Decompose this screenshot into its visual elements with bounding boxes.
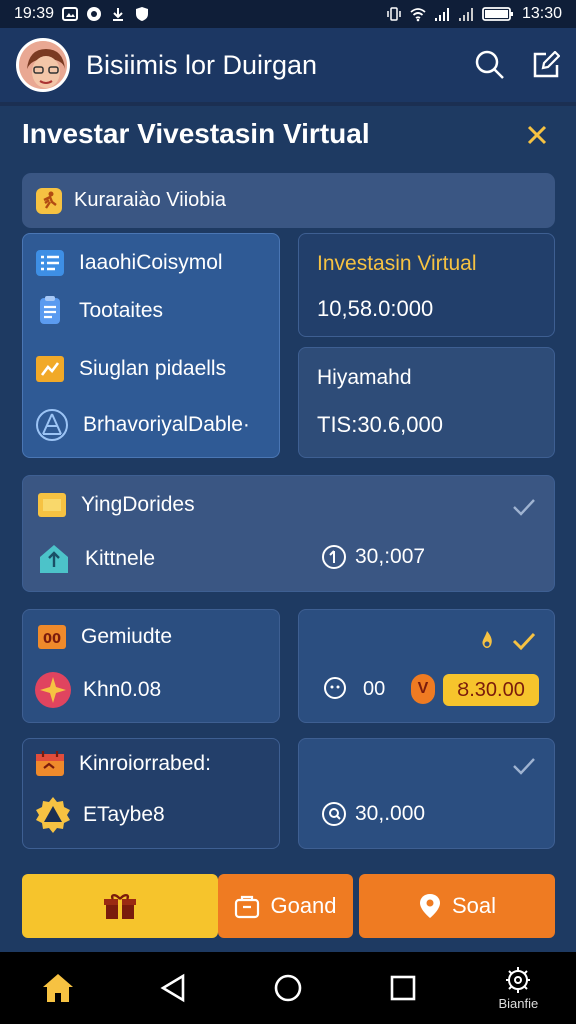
nav-back[interactable] <box>133 973 213 1003</box>
menu-item-label: IaaohiCoisymol <box>79 251 223 274</box>
yingdorides-amount: 30,:007 <box>355 545 426 568</box>
status-time: 19:39 <box>14 5 55 22</box>
avatar[interactable] <box>16 38 70 92</box>
gift-icon <box>104 894 136 919</box>
nav-home[interactable] <box>18 972 98 1004</box>
yingdorides-card[interactable]: YingDorides Kittnele 30,:007 <box>22 475 555 592</box>
check-icon <box>512 632 536 651</box>
search-icon[interactable] <box>474 49 506 81</box>
check-icon <box>513 499 535 516</box>
nav-home-circle[interactable] <box>248 973 328 1003</box>
location-icon <box>419 894 440 918</box>
nav-bar: Bianfie <box>0 952 576 1024</box>
settings-label: Bianfie <box>498 995 539 1011</box>
gemiudte-value: Khn0.08 <box>83 678 162 701</box>
subtitle-text: Kuraraiào Viiobia <box>74 189 226 211</box>
download-icon <box>113 8 124 21</box>
nav-settings[interactable]: Bianfie <box>478 966 558 1011</box>
document-icon <box>40 296 60 324</box>
goand-button[interactable]: Goand <box>218 874 353 938</box>
gemiudte-title: Gemiudte <box>81 625 173 648</box>
signal-2-icon <box>458 8 473 21</box>
yingdorides-title: YingDorides <box>81 493 195 516</box>
star-badge-icon <box>35 672 71 708</box>
settings-icon <box>506 966 531 993</box>
subtitle-bar[interactable]: Kuraraiào Viiobia <box>22 173 555 228</box>
wifi-icon <box>410 8 426 22</box>
folder-icon <box>38 493 66 517</box>
back-icon <box>160 973 185 1003</box>
square-icon <box>390 975 416 1001</box>
menu-item-label: Siuglan pidaells <box>79 357 227 380</box>
amount-card-1[interactable]: 00 V Ȣ.30.00 <box>298 609 555 723</box>
tag-icon: 00 <box>38 625 66 649</box>
network-icon <box>36 409 68 441</box>
close-icon[interactable] <box>524 122 550 148</box>
kinroiorrabed-value: ETaybe8 <box>83 803 165 826</box>
battery-icon <box>482 7 513 21</box>
menu-item-label: Tootaites <box>79 299 164 322</box>
amount-card-2[interactable]: 30,.000 <box>298 738 555 849</box>
runner-icon <box>36 187 62 214</box>
hiyamahd-card[interactable]: Hiyamahd TIS:30.6,000 <box>298 347 555 458</box>
yingdorides-item: Kittnele <box>85 547 156 570</box>
chart-icon <box>36 356 64 382</box>
panel-title: Investar Vivestasin Virtual <box>22 118 370 149</box>
hiyamahd-label: Hiyamahd <box>317 366 412 389</box>
kinroiorrabed-title: Kinroiorrabed: <box>79 752 211 775</box>
status-time-right: 13:30 <box>521 5 562 22</box>
amount-value: 30,.000 <box>355 802 426 825</box>
shield-icon <box>136 7 149 21</box>
camera-icon <box>87 7 102 21</box>
edit-icon[interactable] <box>532 51 560 79</box>
list-icon <box>36 250 64 276</box>
home-icon <box>42 974 73 1002</box>
menu-item-4[interactable]: BrhavoriyalDable· <box>35 408 250 442</box>
app-header: Bisiimis lor Duirgan <box>0 28 576 102</box>
small-amount: 00 <box>363 678 386 700</box>
gallery-icon <box>62 7 79 21</box>
calendar-icon <box>36 751 64 776</box>
menu-item-1[interactable]: IaaohiCoisymol <box>35 248 223 278</box>
menu-item-2[interactable]: Tootaites <box>35 296 163 326</box>
bag-icon <box>235 895 260 919</box>
goand-label: Goand <box>270 893 337 918</box>
hiyamahd-value: TIS:30.6,000 <box>317 412 443 437</box>
nav-recents[interactable] <box>363 974 443 1002</box>
warning-badge-icon <box>36 797 70 833</box>
circle-home-icon <box>274 974 302 1002</box>
check-icon <box>513 758 535 775</box>
gemiudte-card[interactable]: 00 Gemiudte Khn0.08 <box>22 609 280 723</box>
signal-icon <box>434 8 449 21</box>
soal-button[interactable]: Soal <box>359 874 555 938</box>
kinroiorrabed-card[interactable]: Kinroiorrabed: ETaybe8 <box>22 738 280 849</box>
amount-pill[interactable]: Ȣ.30.00 <box>443 674 539 706</box>
svg-text:00: 00 <box>43 632 61 647</box>
flame-icon <box>482 631 492 648</box>
home-shield-icon <box>40 545 68 573</box>
menu-item-label: BrhavoriyalDable· <box>83 413 250 436</box>
v-badge: V <box>411 674 435 704</box>
coin-icon <box>322 545 346 569</box>
gift-button[interactable] <box>22 874 218 938</box>
coin-icon <box>322 802 346 826</box>
soal-label: Soal <box>451 893 497 918</box>
investasin-value: 10,58.0:000 <box>317 296 434 321</box>
header-title: Bisiimis lor Duirgan <box>86 49 318 80</box>
coin-icon <box>324 677 346 699</box>
investasin-label: Investasin Virtual <box>317 252 477 275</box>
vibrate-icon <box>387 7 401 21</box>
status-bar: 19:39 13:30 <box>0 0 576 28</box>
investasin-card[interactable]: Investasin Virtual 10,58.0:000 <box>298 233 555 337</box>
menu-item-3[interactable]: Siuglan pidaells <box>35 354 226 384</box>
menu-card: IaaohiCoisymol Tootaites Siuglan pidaell… <box>22 233 280 458</box>
